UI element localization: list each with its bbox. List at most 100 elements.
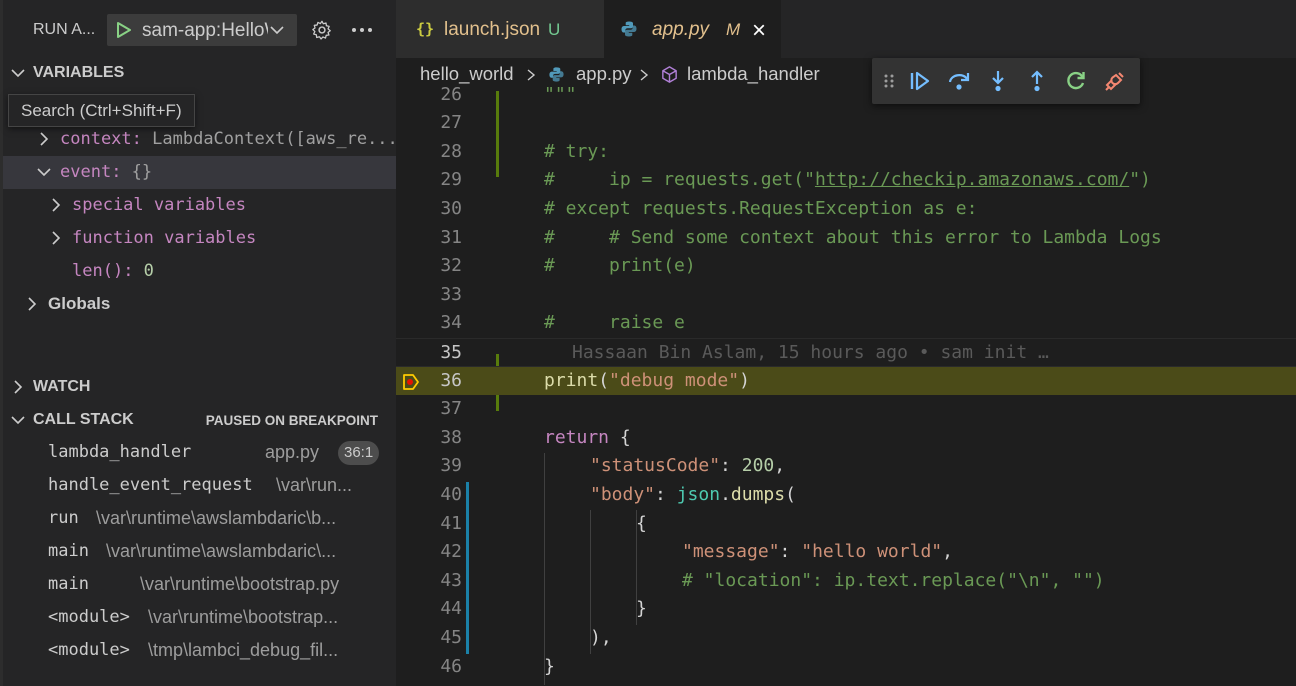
line-number: 39 [440, 455, 462, 477]
frame-function: <module> [48, 640, 130, 660]
code-token: , [942, 541, 953, 563]
restart-icon[interactable] [1064, 69, 1088, 93]
code-token: print [544, 369, 599, 391]
variable-value: LambdaContext([aws_re... [152, 129, 396, 149]
call-stack-section-header[interactable]: CALL STACK PAUSED ON BREAKPOINT [0, 405, 396, 435]
call-stack-frame[interactable]: handle_event_request \var\run... [0, 469, 396, 502]
close-icon[interactable]: × [752, 17, 766, 45]
frame-line-badge: 36:1 [338, 441, 380, 465]
step-into-icon[interactable] [986, 69, 1010, 93]
variable-separator: : [123, 261, 144, 281]
variable-row-globals[interactable]: Globals [0, 288, 396, 321]
line-content: ), [590, 627, 612, 648]
frame-file: \var\runtime\awslambdaric\b... [96, 508, 337, 528]
code-line: 26 """ [396, 81, 1296, 110]
debug-toolbar [872, 58, 1140, 104]
code-token: : [720, 455, 742, 477]
step-out-icon[interactable] [1025, 69, 1049, 93]
tab-app-py[interactable]: app.py M × [604, 0, 781, 58]
call-stack-frame[interactable]: run \var\runtime\awslambdaric\b... [0, 502, 396, 535]
line-content: # ip = requests.get("http://checkip.amaz… [544, 169, 1151, 190]
line-number: 40 [440, 484, 462, 505]
chevron-down-icon[interactable] [36, 164, 52, 180]
variable-row-context[interactable]: context: LambdaContext([aws_re... [0, 123, 396, 156]
search-tooltip: Search (Ctrl+Shift+F) [8, 94, 195, 127]
variables-section-header[interactable]: VARIABLES [0, 58, 396, 88]
code-token: "debug mode" [609, 369, 740, 391]
variable-row-len[interactable]: len(): 0 [0, 255, 396, 288]
debug-sidebar: RUN A... sam-app:HelloWorldFunction VARI… [0, 0, 396, 686]
frame-file: \var\runtime\awslambdaric\... [106, 541, 337, 561]
call-stack-frame[interactable]: main \var\runtime\awslambdaric\... [0, 535, 396, 568]
code-line: 40 "body": json.dumps( [396, 481, 1296, 510]
code-line: 37 [396, 395, 1296, 424]
code-line: 34 # raise e [396, 309, 1296, 338]
code-token: return [544, 426, 610, 448]
line-content: # try: [544, 140, 610, 162]
line-number: 35 [440, 342, 462, 363]
code-token: . [720, 484, 731, 505]
run-and-debug-header: RUN A... sam-app:HelloWorldFunction [0, 0, 396, 58]
play-icon[interactable] [115, 21, 133, 39]
code-line: 42 "message": "hello world", [396, 538, 1296, 567]
code-line: 32 # print(e) [396, 252, 1296, 281]
launch-config-select[interactable]: sam-app:HelloWorldFunction [107, 14, 297, 46]
chevron-right-icon[interactable] [48, 197, 64, 213]
code-line: 33 [396, 281, 1296, 310]
call-stack-frame[interactable]: lambda_handler app.py 36:1 [0, 436, 396, 469]
step-over-icon[interactable] [947, 69, 971, 93]
code-token: "body" [590, 484, 656, 505]
frame-file: \tmp\lambci_debug_fil... [148, 640, 339, 660]
frame-file: \var\runtime\bootstrap... [148, 607, 339, 627]
drag-handle-icon[interactable] [882, 69, 896, 93]
code-line-breakpoint: 36 print("debug mode") [396, 366, 1296, 396]
variable-row-function-variables[interactable]: function variables [0, 222, 396, 255]
code-token: { [609, 426, 631, 448]
tab-label: app.py [652, 19, 710, 40]
variable-row-event[interactable]: event: {} [0, 156, 396, 189]
chevron-right-icon [14, 380, 23, 394]
line-number: 26 [440, 83, 462, 105]
editor-tab-bar: {} launch.json U app.py M × [396, 0, 1296, 58]
line-content: } [636, 598, 647, 620]
line-number: 33 [440, 283, 462, 305]
code-line: 46} [396, 653, 1296, 682]
line-number: 34 [440, 312, 462, 334]
line-number: 30 [440, 198, 462, 219]
code-token: # ip = requests.get(" [544, 169, 815, 191]
variable-name: context [60, 129, 132, 149]
gear-icon[interactable] [311, 19, 333, 41]
line-content: print("debug mode") [544, 370, 750, 391]
code-token: 200 [741, 455, 775, 477]
chevron-down-icon[interactable] [268, 21, 286, 39]
code-link[interactable]: http://checkip.amazonaws.com/ [815, 169, 1129, 190]
call-stack-frame[interactable]: main \var\runtime\bootstrap.py [0, 568, 396, 601]
code-editor[interactable]: 26 """ 27 28 # try: 29 # ip = requests.get(… [396, 82, 1296, 686]
line-number: 42 [440, 541, 462, 563]
line-content: # print(e) [544, 255, 696, 277]
chevron-right-icon[interactable] [36, 131, 52, 147]
disconnect-icon[interactable] [1103, 69, 1127, 93]
code-token: dumps [730, 484, 786, 505]
line-content: { [636, 512, 647, 534]
code-token: ") [1129, 169, 1151, 191]
call-stack-frame[interactable]: <module> \tmp\lambci_debug_fil... [0, 634, 396, 667]
chevron-right-icon[interactable] [24, 296, 40, 312]
call-stack-frame[interactable]: <module> \var\runtime\bootstrap... [0, 601, 396, 634]
frame-file: \var\run... [276, 475, 353, 495]
tab-launch-json[interactable]: {} launch.json U [396, 0, 604, 58]
ellipsis-icon[interactable] [350, 20, 374, 40]
line-content: return { [544, 427, 631, 448]
globals-label: Globals [48, 294, 111, 313]
variable-separator: : [111, 162, 132, 182]
continue-icon[interactable] [908, 69, 932, 93]
frame-file: app.py [265, 442, 320, 462]
modified-badge: M [726, 20, 741, 39]
variable-value: 0 [143, 261, 154, 281]
variable-name: function variables [72, 228, 257, 248]
frame-function: <module> [48, 607, 130, 627]
variable-row-special-variables[interactable]: special variables [0, 189, 396, 222]
code-token: ( [785, 484, 796, 505]
chevron-right-icon[interactable] [48, 230, 64, 246]
watch-section-header[interactable]: WATCH [0, 372, 396, 402]
